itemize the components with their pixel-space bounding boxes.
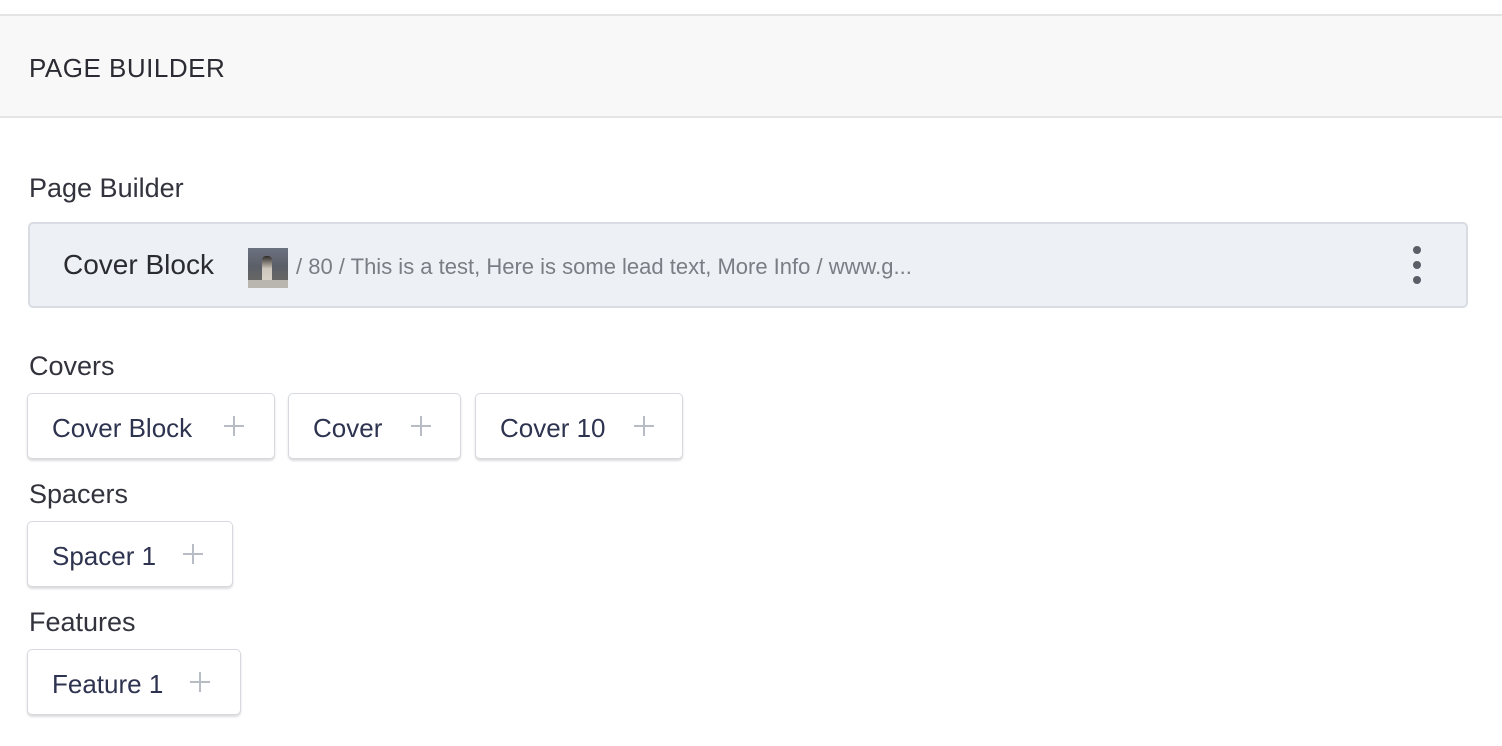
plus-icon (411, 416, 431, 436)
add-button-label: Cover 10 (500, 413, 606, 443)
plus-icon (224, 416, 244, 436)
group-label-covers: Covers (29, 351, 115, 381)
block-summary: / 80 / This is a test, Here is some lead… (296, 254, 912, 279)
panel-header: PAGE BUILDER (0, 16, 1502, 118)
plus-icon (190, 672, 210, 692)
add-cover-block-button[interactable]: Cover Block (27, 393, 275, 459)
field-label: Page Builder (29, 173, 184, 203)
add-spacer-1-button[interactable]: Spacer 1 (27, 521, 233, 587)
cover-image-thumbnail (248, 248, 288, 288)
panel-title: PAGE BUILDER (29, 53, 226, 83)
block-name: Cover Block (63, 249, 214, 280)
group-label-spacers: Spacers (29, 479, 129, 509)
add-button-label: Cover (313, 413, 383, 443)
plus-icon (183, 544, 203, 564)
add-button-label: Cover Block (52, 413, 193, 443)
add-button-label: Feature 1 (52, 669, 164, 699)
block-row-cover-block[interactable]: Cover Block / 80 / This is a test, Here … (28, 222, 1468, 308)
add-cover-button[interactable]: Cover (288, 393, 461, 459)
group-label-features: Features (29, 607, 136, 637)
add-button-label: Spacer 1 (52, 541, 157, 571)
more-vertical-icon[interactable] (1410, 246, 1424, 284)
plus-icon (634, 416, 654, 436)
add-cover-10-button[interactable]: Cover 10 (475, 393, 683, 459)
add-feature-1-button[interactable]: Feature 1 (27, 649, 241, 715)
